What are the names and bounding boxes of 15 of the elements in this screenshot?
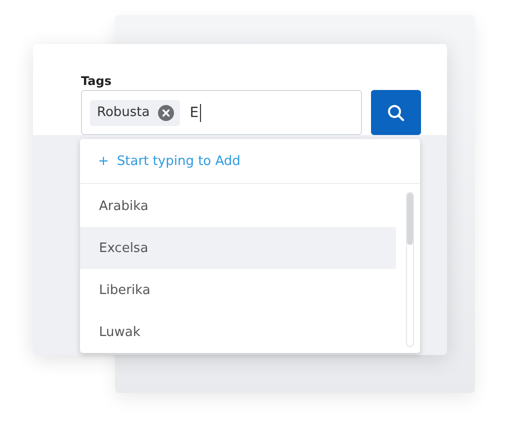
text-cursor <box>200 104 201 122</box>
tag-input-field[interactable]: Robusta E <box>81 90 362 135</box>
search-button[interactable] <box>371 90 421 135</box>
option-item[interactable]: Luwak <box>80 311 396 353</box>
search-icon <box>387 104 405 122</box>
option-item[interactable]: Excelsa <box>80 227 396 269</box>
remove-icon[interactable] <box>158 104 174 120</box>
scrollbar[interactable] <box>406 192 414 347</box>
plus-icon: + <box>98 154 109 168</box>
add-hint: Start typing to Add <box>116 154 240 168</box>
input-text: E <box>190 104 199 120</box>
field-label: Tags <box>81 74 112 88</box>
option-item[interactable]: Arabika <box>80 185 396 227</box>
tag-text: Robusta <box>97 105 150 120</box>
option-item[interactable]: Liberika <box>80 269 396 311</box>
